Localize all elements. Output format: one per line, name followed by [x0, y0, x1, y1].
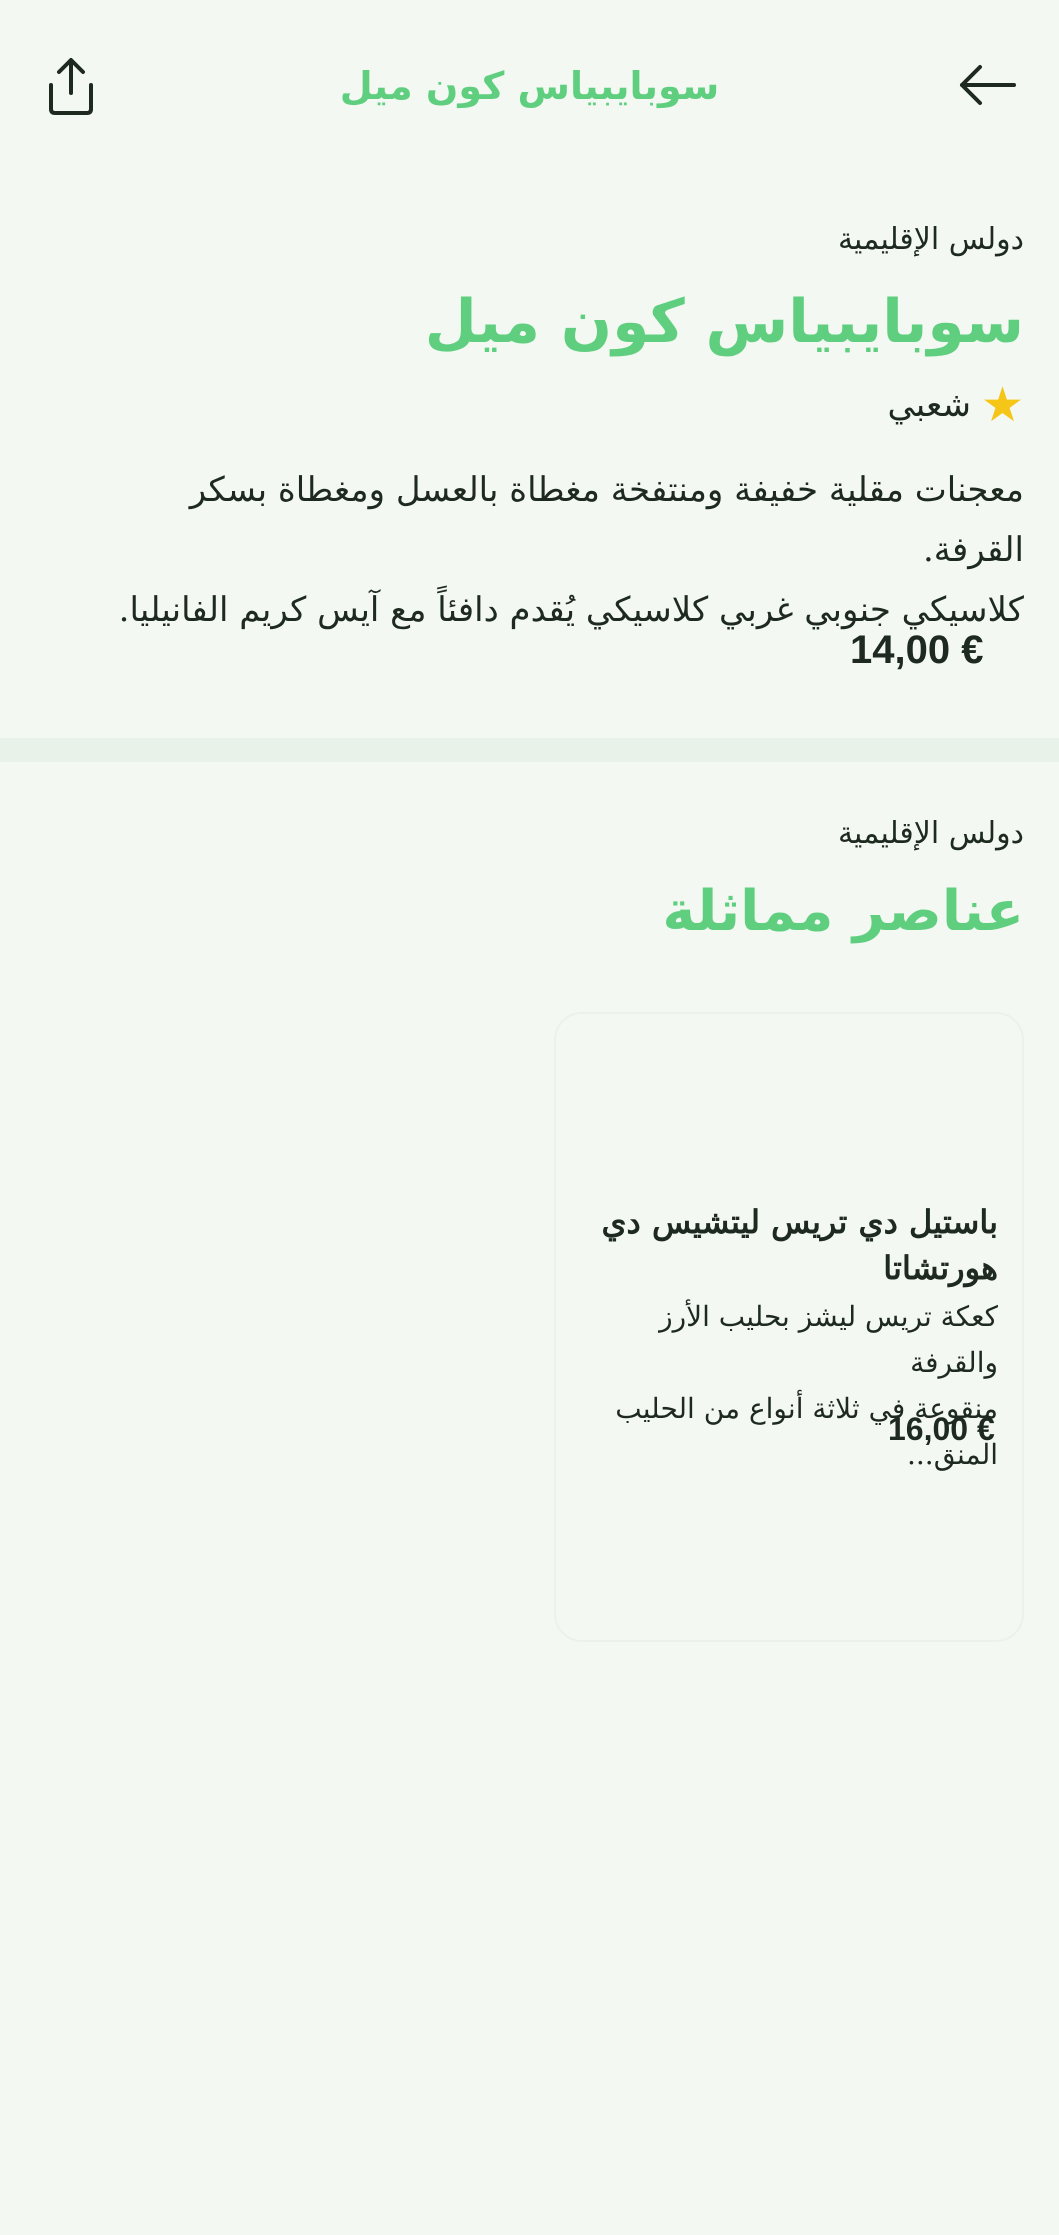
product-category: دولس الإقليمية — [837, 222, 1024, 257]
similar-category: دولس الإقليمية — [837, 816, 1024, 851]
arrow-left-icon — [960, 65, 1016, 105]
similar-item-card[interactable]: باستيل دي تريس ليتشيس دي هورتشاتا كعكة ت… — [554, 1012, 1024, 1642]
star-icon: ★ — [980, 377, 1024, 433]
description-line: معجنات مقلية خفيفة ومنتفخة مغطاة بالعسل … — [189, 470, 1024, 570]
product-name: سوبايبياس كون ميل — [424, 287, 1024, 357]
top-bar: سوبايبياس كون ميل — [0, 0, 1059, 170]
similar-item-name-line: هورتشاتا — [883, 1249, 998, 1287]
share-icon — [49, 58, 93, 115]
rating-label: شعبي — [887, 385, 971, 425]
product-price: 14,00 € — [850, 628, 984, 672]
back-button[interactable] — [950, 50, 1026, 120]
header-title: سوبايبياس كون ميل — [339, 64, 720, 108]
product-details: دولس الإقليمية سوبايبياس كون ميل ★ شعبي … — [0, 170, 1059, 738]
share-button[interactable] — [36, 50, 106, 120]
section-divider — [0, 738, 1059, 762]
similar-item-name: باستيل دي تريس ليتشيس دي هورتشاتا — [598, 1199, 999, 1291]
rating-badge: ★ شعبي — [887, 380, 1024, 430]
similar-items-title: عناصر مماثلة — [662, 879, 1024, 944]
similar-item-description: كعكة تريس ليشز بحليب الأرز والقرفة منقوع… — [578, 1294, 998, 1478]
similar-item-name-line: باستيل دي تريس ليتشيس دي — [601, 1203, 999, 1241]
similar-item-description-line: كعكة تريس ليشز بحليب الأرز والقرفة — [659, 1300, 998, 1379]
similar-items-section: دولس الإقليمية عناصر مماثلة باستيل دي تر… — [0, 762, 1059, 2235]
similar-item-price: 16,00 € — [888, 1411, 995, 1447]
product-description: معجنات مقلية خفيفة ومنتفخة مغطاة بالعسل … — [84, 460, 1024, 640]
